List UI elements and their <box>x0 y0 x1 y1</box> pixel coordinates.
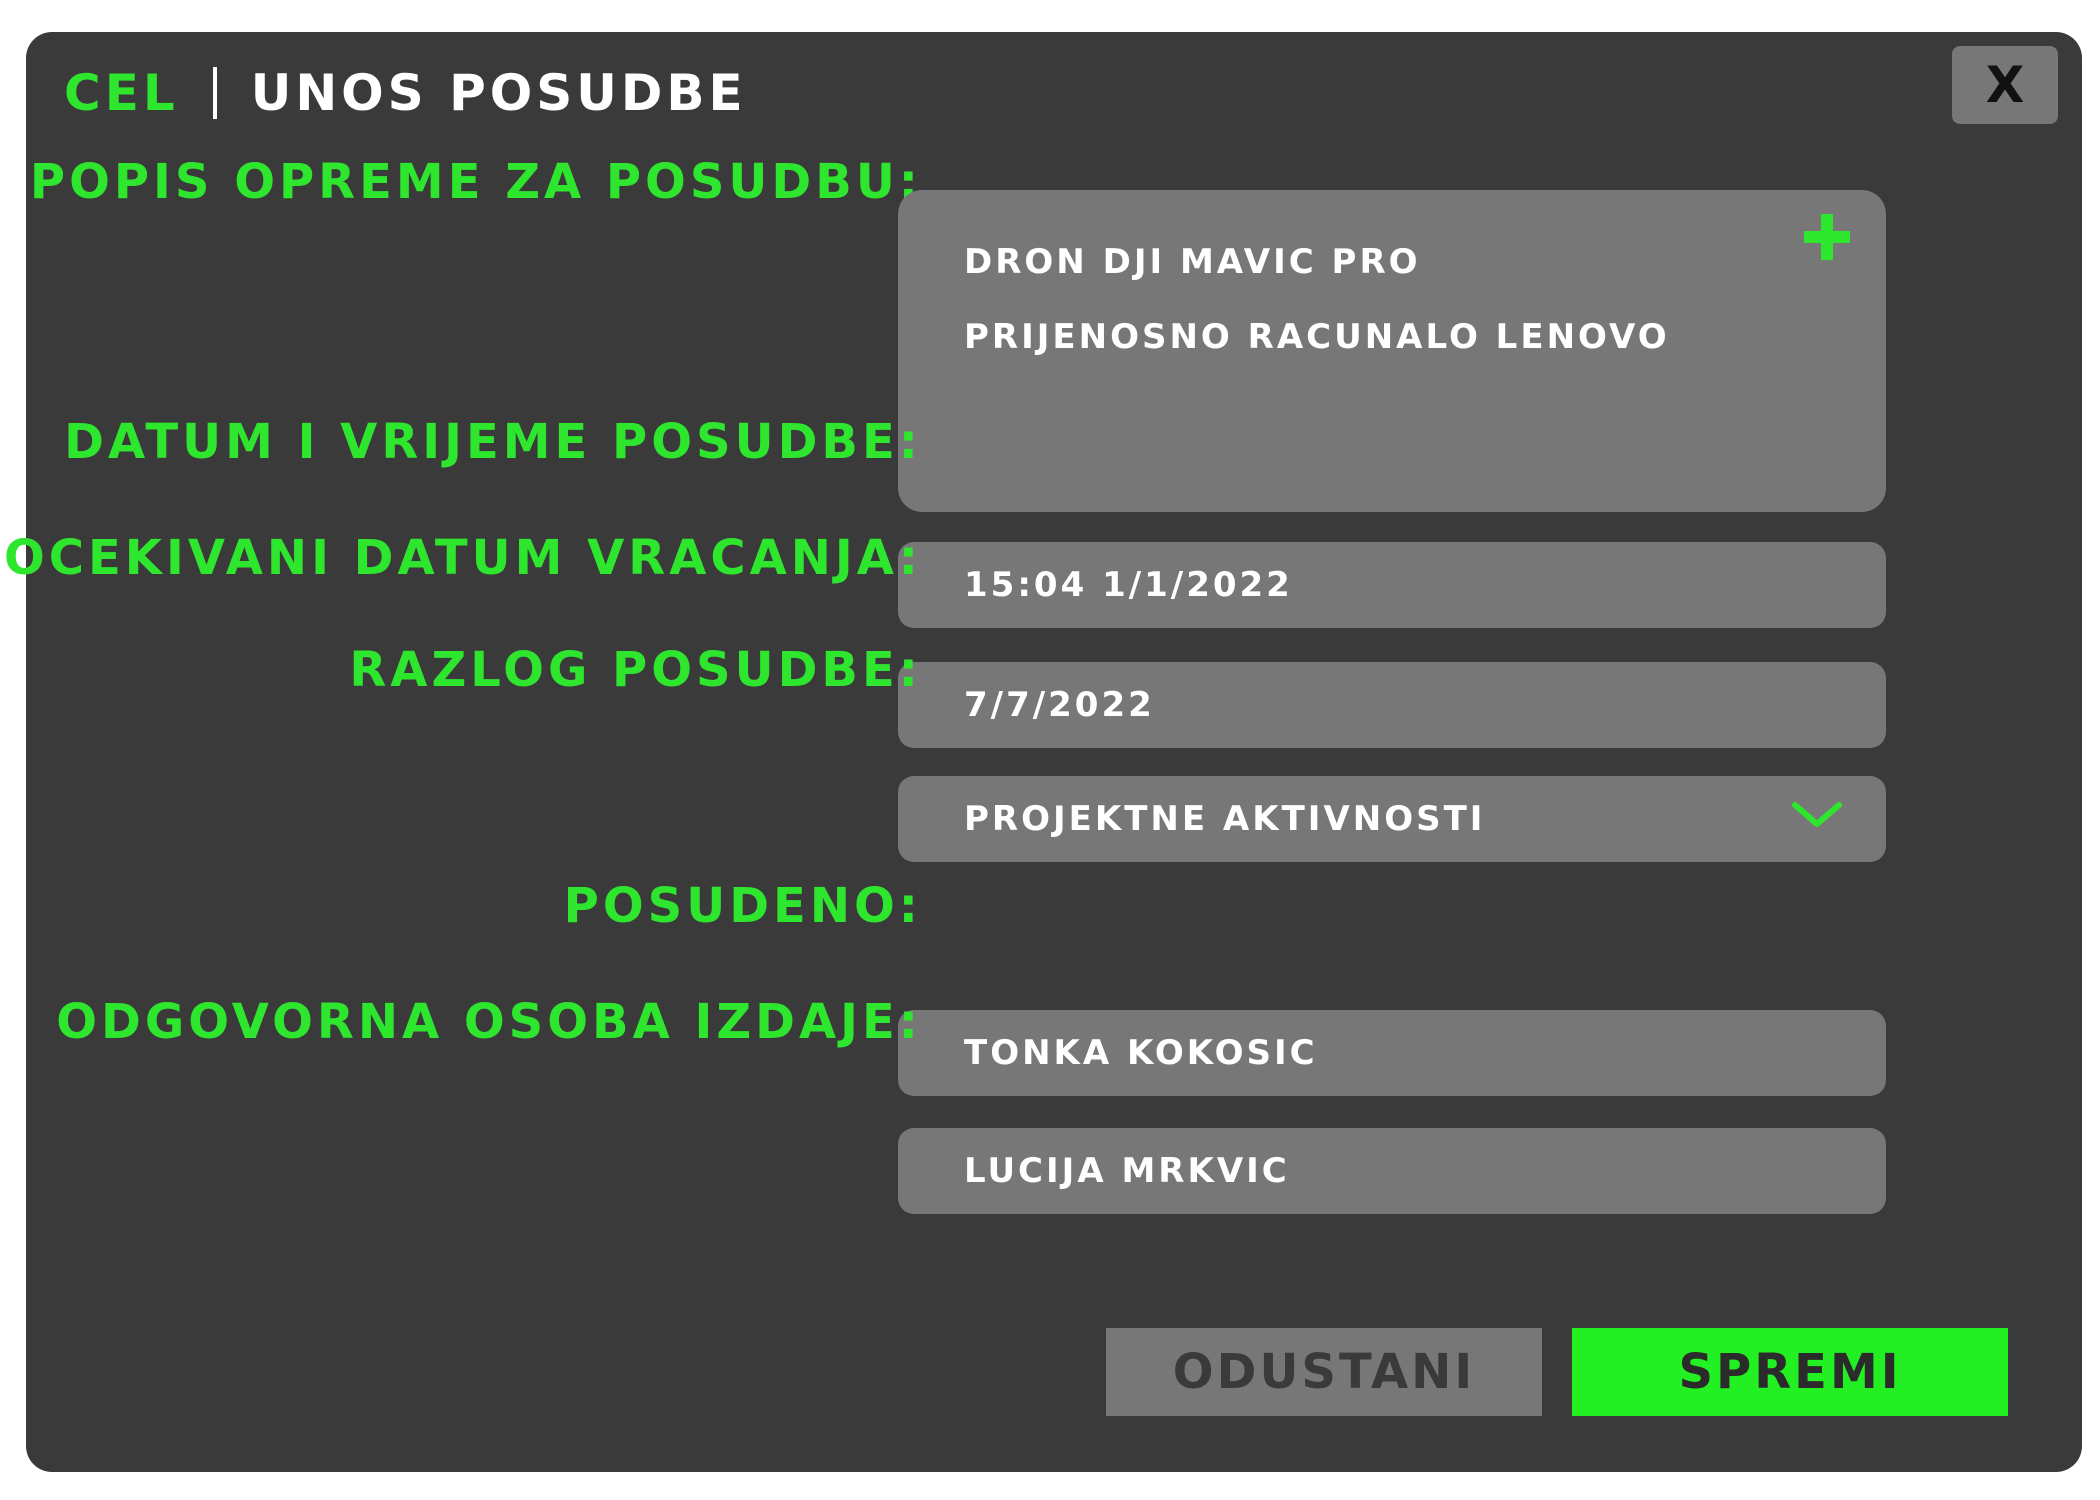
reason-label: RAZLOG POSUDBE: <box>349 642 922 698</box>
equipment-list-label: POPIS OPREME ZA POSUDBU: <box>29 154 922 210</box>
loan-entry-dialog: CEL UNOS POSUDBE X POPIS OPREME ZA POSUD… <box>4 32 2082 1472</box>
borrowed-by-field[interactable]: TONKA KOKOSIC <box>898 1010 1886 1096</box>
issued-by-value: LUCIJA MRKVIC <box>964 1151 1290 1191</box>
loan-datetime-label: DATUM I VRIJEME POSUDBE: <box>64 414 922 470</box>
equipment-list-item[interactable]: DRON DJI MAVIC PRO <box>964 242 1820 317</box>
borrowed-by-label: POSUDENO: <box>563 878 922 934</box>
title-separator <box>212 67 217 119</box>
page-title: UNOS POSUDBE <box>250 64 747 122</box>
cancel-button-label: ODUSTANI <box>1172 1344 1476 1400</box>
loan-datetime-value: 15:04 1/1/2022 <box>964 565 1293 605</box>
close-button[interactable]: X <box>1952 46 2058 124</box>
return-date-field[interactable]: 7/7/2022 <box>898 662 1886 748</box>
save-button[interactable]: SPREMI <box>1572 1328 2008 1416</box>
save-button-label: SPREMI <box>1678 1344 1902 1400</box>
equipment-list-item[interactable]: PRIJENOSNO RACUNALO LENOVO <box>964 317 1820 392</box>
reason-selected-value: PROJEKTNE AKTIVNOSTI <box>964 799 1486 839</box>
issued-by-field[interactable]: LUCIJA MRKVIC <box>898 1128 1886 1214</box>
return-date-value: 7/7/2022 <box>964 685 1155 725</box>
chevron-down-icon[interactable] <box>1792 802 1842 828</box>
borrowed-by-value: TONKA KOKOSIC <box>964 1033 1318 1073</box>
dialog-title: CEL UNOS POSUDBE <box>64 58 747 128</box>
app-name: CEL <box>64 64 179 122</box>
equipment-list[interactable]: DRON DJI MAVIC PRO PRIJENOSNO RACUNALO L… <box>898 190 1886 512</box>
cancel-button[interactable]: ODUSTANI <box>1106 1328 1542 1416</box>
add-equipment-plus-icon[interactable] <box>1804 214 1850 260</box>
issued-by-label: ODGOVORNA OSOBA IZDAJE: <box>56 994 922 1050</box>
reason-select[interactable]: PROJEKTNE AKTIVNOSTI <box>898 776 1886 862</box>
loan-datetime-field[interactable]: 15:04 1/1/2022 <box>898 542 1886 628</box>
return-date-label: OCEKIVANI DATUM VRACANJA: <box>3 530 922 586</box>
close-icon: X <box>1985 56 2025 114</box>
